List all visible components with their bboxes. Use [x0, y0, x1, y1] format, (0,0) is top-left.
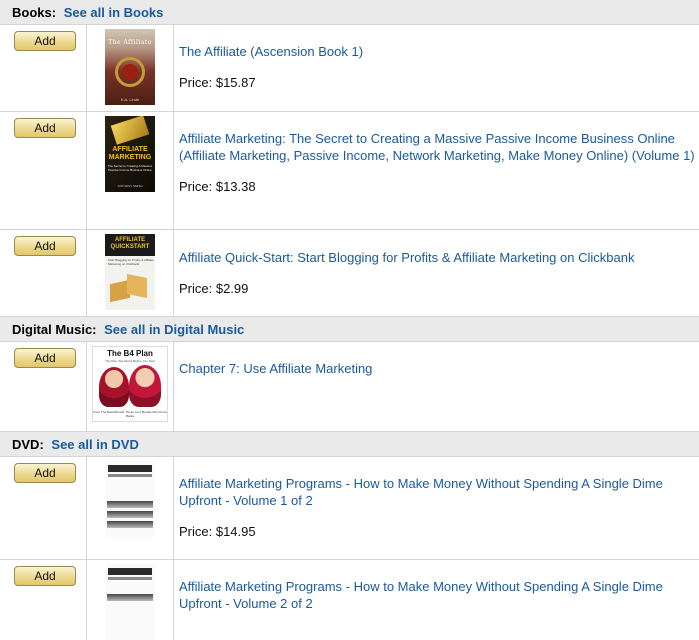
product-title-link[interactable]: Affiliate Quick-Start: Start Blogging fo…	[179, 249, 699, 266]
category-header-books: Books: See all in Books	[0, 0, 699, 25]
book-cover-image[interactable]: The Affiliate K.A. Linde	[105, 29, 155, 105]
cover-title: AFFILIATE QUICKSTART	[110, 237, 150, 250]
add-button[interactable]: Add	[14, 236, 76, 256]
book-cover-image[interactable]: AFFILIATE QUICKSTART Start Blogging for …	[105, 234, 155, 310]
image-cell	[87, 457, 174, 559]
cover-band-art	[108, 577, 152, 580]
table-row: Add AFFILIATE MARKETING The Secret to Cr…	[0, 112, 699, 230]
table-row: Add AFFILIATE QUICKSTART Start Blogging …	[0, 230, 699, 317]
info-cell: Chapter 7: Use Affiliate Marketing	[174, 342, 699, 431]
add-cell: Add	[0, 112, 87, 229]
info-cell: The Affiliate (Ascension Book 1) Price: …	[174, 25, 699, 111]
dvd-cover-image[interactable]	[105, 564, 155, 640]
info-cell: Affiliate Marketing Programs - How to Ma…	[174, 457, 699, 559]
category-header-digital-music: Digital Music: See all in Digital Music	[0, 317, 699, 342]
cover-box-art	[127, 273, 147, 299]
add-button[interactable]: Add	[14, 566, 76, 586]
info-cell: Affiliate Quick-Start: Start Blogging fo…	[174, 230, 699, 316]
add-cell: Add	[0, 457, 87, 559]
cover-title: AFFILIATE MARKETING	[108, 146, 152, 161]
image-cell	[87, 560, 174, 640]
cover-gold-art	[110, 116, 150, 145]
product-title-link[interactable]: Affiliate Marketing: The Secret to Creat…	[179, 130, 699, 164]
image-cell: The Affiliate K.A. Linde	[87, 25, 174, 111]
cover-disc-art	[107, 594, 153, 601]
add-button[interactable]: Add	[14, 118, 76, 138]
dvd-cover-image[interactable]	[105, 461, 155, 537]
cover-disc-art	[107, 521, 153, 528]
image-cell: AFFILIATE MARKETING The Secret to Creati…	[87, 112, 174, 229]
cover-band-art	[108, 568, 152, 575]
cover-band-art	[108, 474, 152, 477]
see-all-digital-music-link[interactable]: See all in Digital Music	[104, 322, 244, 337]
see-all-dvd-link[interactable]: See all in DVD	[51, 437, 138, 452]
image-cell: AFFILIATE QUICKSTART Start Blogging for …	[87, 230, 174, 316]
image-cell: The B4 Plan The Plan that Works Before Y…	[87, 342, 174, 431]
product-title-link[interactable]: Affiliate Marketing Programs - How to Ma…	[179, 475, 699, 509]
album-cover-image[interactable]: The B4 Plan The Plan that Works Before Y…	[92, 346, 168, 422]
add-button[interactable]: Add	[14, 463, 76, 483]
add-cell: Add	[0, 230, 87, 316]
cover-subtitle: The Secret to Creating A Massive Passive…	[107, 164, 153, 172]
see-all-books-link[interactable]: See all in Books	[64, 5, 164, 20]
product-price: Price: $15.87	[179, 75, 256, 90]
cover-person-art	[99, 367, 129, 407]
product-price: Price: $13.38	[179, 179, 256, 194]
cover-ring-center	[122, 64, 138, 80]
product-price: Price: $14.95	[179, 524, 256, 539]
add-cell: Add	[0, 342, 87, 431]
results-list: Books: See all in Books Add The Affiliat…	[0, 0, 699, 640]
cover-person-art	[129, 365, 161, 407]
cover-author: ANTHONY SMITH	[117, 184, 143, 188]
cover-subtitle: Start Blogging for Profits & Affiliate M…	[108, 258, 154, 266]
table-row: Add Affiliate Marketing Programs - How t…	[0, 560, 699, 640]
category-name: Books:	[12, 5, 57, 20]
cover-subtitle: The Plan that Works Before You Start	[105, 359, 155, 363]
product-title-link[interactable]: The Affiliate (Ascension Book 1)	[179, 43, 699, 60]
category-name: DVD:	[12, 437, 44, 452]
add-cell: Add	[0, 560, 87, 640]
product-title-link[interactable]: Chapter 7: Use Affiliate Marketing	[179, 360, 699, 377]
cover-disc-art	[107, 511, 153, 518]
category-header-dvd: DVD: See all in DVD	[0, 432, 699, 457]
table-row: Add The Affiliate K.A. Linde The Affilia…	[0, 25, 699, 112]
table-row: Add Affiliate Marketing Programs - How t…	[0, 457, 699, 560]
product-price: Price: $2.99	[179, 281, 249, 296]
product-title-link[interactable]: Affiliate Marketing Programs - How to Ma…	[179, 578, 699, 612]
cover-disc-art	[107, 501, 153, 508]
cover-footer: From The Book Broads: These Lucy Broads …	[93, 410, 167, 418]
add-button[interactable]: Add	[14, 348, 76, 368]
info-cell: Affiliate Marketing Programs - How to Ma…	[174, 560, 699, 640]
cover-band-art	[108, 465, 152, 472]
add-button[interactable]: Add	[14, 31, 76, 51]
cover-title: The B4 Plan	[107, 349, 153, 358]
book-cover-image[interactable]: AFFILIATE MARKETING The Secret to Creati…	[105, 116, 155, 192]
cover-title: The Affiliate	[108, 39, 152, 46]
table-row: Add The B4 Plan The Plan that Works Befo…	[0, 342, 699, 432]
info-cell: Affiliate Marketing: The Secret to Creat…	[174, 112, 699, 229]
cover-author: K.A. Linde	[120, 97, 140, 102]
add-cell: Add	[0, 25, 87, 111]
category-name: Digital Music:	[12, 322, 97, 337]
